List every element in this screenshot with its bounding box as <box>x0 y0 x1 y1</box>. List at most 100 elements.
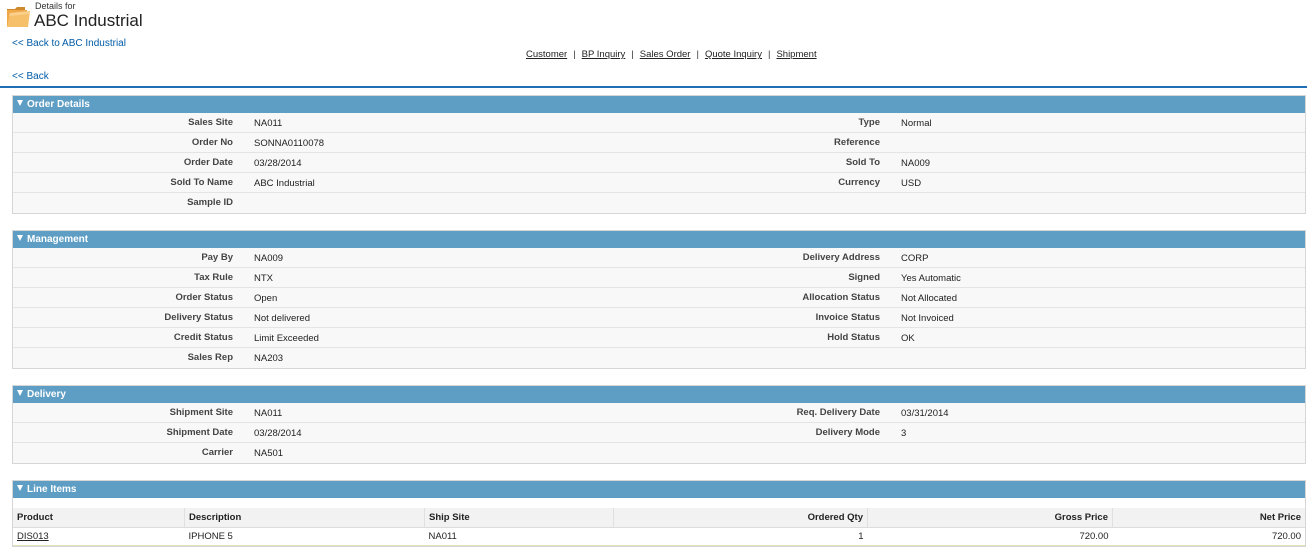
field-label: Delivery Mode <box>815 427 880 438</box>
field-value: USD <box>901 178 922 189</box>
delivery-header[interactable]: Delivery <box>13 386 1305 403</box>
field-label: Pay By <box>201 252 233 263</box>
field-value: Limit Exceeded <box>254 333 319 344</box>
ship-site-cell: NA011 <box>424 527 614 546</box>
collapse-triangle-icon <box>17 100 23 106</box>
field-label: Shipment Date <box>166 427 233 438</box>
product-cell: DIS013 <box>13 527 185 546</box>
section-title: Line Items <box>27 484 77 495</box>
detail-row: Carrier NA501 <box>13 443 1305 463</box>
detail-row: Sample ID <box>13 193 1305 213</box>
field-label: Order Date <box>183 157 233 168</box>
field-label: Order No <box>191 137 233 148</box>
field-label: Sold To <box>845 157 880 168</box>
field-label: Delivery Status <box>164 312 233 323</box>
field-label: Hold Status <box>827 332 880 343</box>
field-value: NA009 <box>254 253 284 264</box>
field-label: Allocation Status <box>802 292 880 303</box>
field-value: CORP <box>901 253 929 264</box>
product-link[interactable]: DIS013 <box>17 531 49 542</box>
detail-row: Sales Site NA011 Type Normal <box>13 113 1305 133</box>
column-header-product[interactable]: Product <box>13 508 185 528</box>
collapse-triangle-icon <box>17 235 23 241</box>
field-label: Delivery Address <box>802 252 880 263</box>
field-value: 3 <box>901 428 907 439</box>
field-value: SONNA0110078 <box>254 138 325 149</box>
ordered-qty-cell: 1 <box>613 527 868 546</box>
field-value: OK <box>901 333 915 344</box>
nav-sales-order-link[interactable]: Sales Order <box>640 49 691 60</box>
order-details-section: Order Details Sales Site NA011 Type Norm… <box>12 95 1306 214</box>
delivery-section: Delivery Shipment Site NA011 Req. Delive… <box>12 385 1306 464</box>
detail-row: Pay By NA009 Delivery Address CORP <box>13 248 1305 268</box>
field-value: 03/31/2014 <box>901 408 949 419</box>
field-label: Type <box>858 117 880 128</box>
column-header-ordered-qty[interactable]: Ordered Qty <box>613 508 868 528</box>
field-label: Tax Rule <box>194 272 233 283</box>
field-label: Req. Delivery Date <box>796 407 880 418</box>
detail-row: Order Status Open Allocation Status Not … <box>13 288 1305 308</box>
gross-price-cell: 720.00 <box>867 527 1113 546</box>
field-value: NA011 <box>254 408 283 419</box>
management-header[interactable]: Management <box>13 231 1305 248</box>
collapse-triangle-icon <box>17 485 23 491</box>
description-cell: IPHONE 5 <box>184 527 425 546</box>
nav-shipment-link[interactable]: Shipment <box>776 49 816 60</box>
collapse-triangle-icon <box>17 390 23 396</box>
field-value: NTX <box>254 273 273 284</box>
related-nav: Customer | BP Inquiry | Sales Order | Quote In… <box>526 49 817 60</box>
table-header-row: Product Description Ship Site Ordered Qt… <box>13 508 1305 528</box>
table-row: DIS013 IPHONE 5 NA011 1 720.00 720.00 <box>13 527 1305 546</box>
line-items-header[interactable]: Line Items <box>13 481 1305 498</box>
nav-bp-inquiry-link[interactable]: BP Inquiry <box>582 49 626 60</box>
order-details-header[interactable]: Order Details <box>13 96 1305 113</box>
column-header-description[interactable]: Description <box>184 508 425 528</box>
field-value: Open <box>254 293 278 304</box>
back-link[interactable]: << Back <box>12 71 49 82</box>
details-for-label: Details for <box>35 1 76 11</box>
field-value: Normal <box>901 118 932 129</box>
field-value: Not Invoiced <box>901 313 954 324</box>
back-to-account-link[interactable]: << Back to ABC Industrial <box>12 38 126 49</box>
page-title: ABC Industrial <box>34 11 143 30</box>
nav-separator: | <box>631 49 634 60</box>
field-value: NA011 <box>254 118 283 129</box>
field-label: Sales Rep <box>187 352 233 363</box>
management-section: Management Pay By NA009 Delivery Address… <box>12 230 1306 369</box>
field-value: Not delivered <box>254 313 310 324</box>
column-header-ship-site[interactable]: Ship Site <box>424 508 614 528</box>
field-label: Signed <box>848 272 880 283</box>
detail-row: Delivery Status Not delivered Invoice St… <box>13 308 1305 328</box>
field-value: NA501 <box>254 448 284 459</box>
column-header-gross-price[interactable]: Gross Price <box>867 508 1113 528</box>
detail-row: Credit Status Limit Exceeded Hold Status… <box>13 328 1305 348</box>
nav-separator: | <box>696 49 699 60</box>
detail-row: Order Date 03/28/2014 Sold To NA009 <box>13 153 1305 173</box>
folder-icon <box>7 7 30 27</box>
field-label: Credit Status <box>173 332 233 343</box>
detail-row: Tax Rule NTX Signed Yes Automatic <box>13 268 1305 288</box>
nav-quote-inquiry-link[interactable]: Quote Inquiry <box>705 49 762 60</box>
field-value: NA203 <box>254 353 284 364</box>
field-label: Order Status <box>175 292 233 303</box>
field-label: Reference <box>834 137 880 148</box>
detail-row: Sales Rep NA203 <box>13 348 1305 368</box>
page-header: Details for ABC Industrial << Back to AB… <box>0 0 1307 88</box>
net-price-cell: 720.00 <box>1112 527 1305 546</box>
field-value: 03/28/2014 <box>254 428 302 439</box>
field-label: Invoice Status <box>815 312 880 323</box>
field-label: Sold To Name <box>170 177 233 188</box>
field-value: Yes Automatic <box>901 273 961 284</box>
nav-customer-link[interactable]: Customer <box>526 49 567 60</box>
nav-separator: | <box>767 49 771 60</box>
field-label: Currency <box>838 177 880 188</box>
nav-separator: | <box>573 49 576 60</box>
detail-row: Sold To Name ABC Industrial Currency USD <box>13 173 1305 193</box>
section-title: Delivery <box>27 389 66 400</box>
field-label: Sales Site <box>188 117 233 128</box>
field-value: NA009 <box>901 158 931 169</box>
header-divider <box>0 86 1307 88</box>
column-header-net-price[interactable]: Net Price <box>1112 508 1305 528</box>
field-label: Shipment Site <box>169 407 233 418</box>
